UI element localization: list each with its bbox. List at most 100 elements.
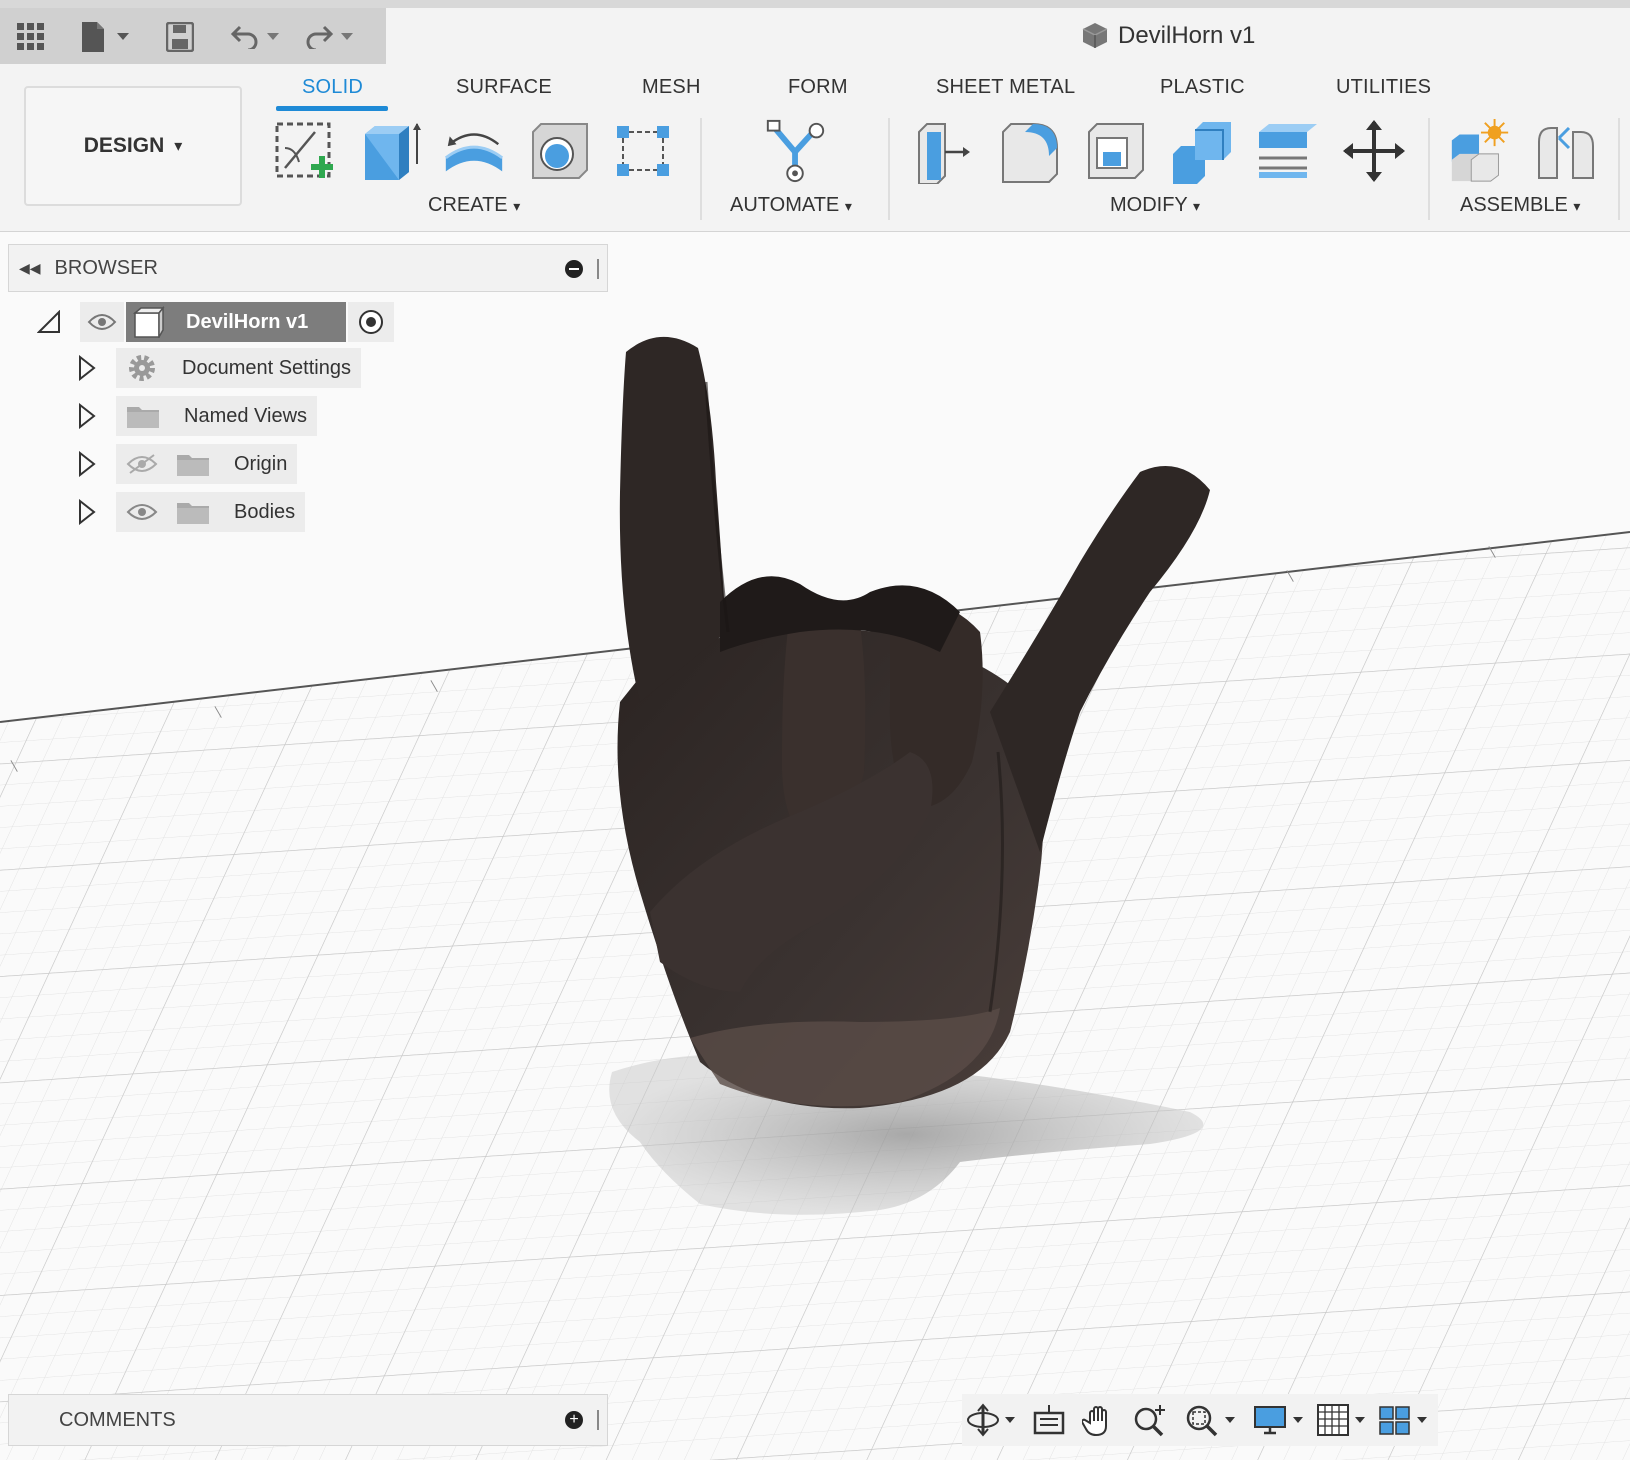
expand-triangle-icon[interactable] bbox=[74, 355, 100, 381]
automate-menu[interactable]: AUTOMATE ▾ bbox=[730, 194, 852, 217]
workspace-switcher[interactable]: DESIGN ▾ bbox=[24, 86, 242, 206]
browser-root-row[interactable]: DevilHorn v1 bbox=[36, 302, 394, 342]
pan-button[interactable] bbox=[1082, 1402, 1116, 1438]
chevron-down-icon: ▾ bbox=[1573, 198, 1581, 214]
folder-icon bbox=[177, 503, 209, 524]
navigation-bar bbox=[962, 1394, 1438, 1446]
tab-surface[interactable]: SURFACE bbox=[456, 76, 552, 99]
browser-item-label: Document Settings bbox=[182, 356, 351, 379]
add-comment-icon[interactable]: + bbox=[565, 1411, 583, 1429]
combine-icon bbox=[1173, 122, 1231, 184]
expand-triangle-icon[interactable] bbox=[74, 499, 100, 525]
extrude-tool[interactable] bbox=[356, 116, 424, 186]
browser-item-bodies[interactable]: Bodies bbox=[74, 492, 306, 532]
modify-menu[interactable]: MODIFY ▾ bbox=[1110, 194, 1200, 217]
create-menu[interactable]: CREATE ▾ bbox=[428, 194, 520, 217]
create-sketch-tool[interactable] bbox=[270, 116, 338, 186]
grid-settings-button[interactable] bbox=[1316, 1402, 1366, 1438]
eye-icon[interactable] bbox=[126, 501, 158, 523]
orbit-button[interactable] bbox=[966, 1402, 1016, 1438]
root-component-label-bg[interactable]: DevilHorn v1 bbox=[126, 302, 346, 342]
apps-grid-icon[interactable] bbox=[16, 22, 46, 52]
eye-hidden-icon[interactable] bbox=[126, 453, 158, 475]
chevron-down-icon bbox=[267, 33, 279, 40]
toolbar-separator bbox=[700, 118, 702, 220]
tab-plastic[interactable]: PLASTIC bbox=[1160, 76, 1245, 99]
zoom-button[interactable] bbox=[1132, 1402, 1168, 1438]
component-icon bbox=[132, 306, 165, 338]
pattern-tool[interactable] bbox=[610, 116, 678, 186]
tab-form[interactable]: FORM bbox=[788, 76, 848, 99]
document-title-text: DevilHorn v1 bbox=[1118, 22, 1256, 49]
grid-icon bbox=[1317, 1404, 1349, 1436]
save-icon[interactable] bbox=[166, 22, 194, 52]
expand-triangle-icon[interactable] bbox=[74, 451, 100, 477]
eye-icon[interactable] bbox=[80, 302, 124, 342]
viewports-button[interactable] bbox=[1378, 1402, 1428, 1438]
tab-sheet-metal[interactable]: SHEET METAL bbox=[936, 76, 1075, 99]
undo-button[interactable] bbox=[230, 22, 280, 52]
display-settings-icon bbox=[1254, 1406, 1286, 1435]
assemble-menu[interactable]: ASSEMBLE ▾ bbox=[1460, 194, 1580, 217]
fillet-tool[interactable] bbox=[996, 116, 1064, 186]
active-tab-indicator bbox=[276, 106, 388, 111]
tab-utilities[interactable]: UTILITIES bbox=[1336, 76, 1431, 99]
collapse-panel-icon[interactable]: ◀◀ bbox=[19, 260, 41, 277]
chevron-down-icon bbox=[341, 33, 353, 40]
chevron-down-icon: ▾ bbox=[844, 198, 852, 214]
combine-tool[interactable] bbox=[1168, 116, 1236, 186]
toolbar-separator bbox=[1618, 118, 1620, 220]
browser-item-named-views[interactable]: Named Views bbox=[74, 396, 318, 436]
zoom-icon bbox=[1134, 1405, 1165, 1437]
shell-icon bbox=[1088, 123, 1144, 179]
browser-item-document-settings[interactable]: Document Settings bbox=[74, 348, 361, 388]
automate-menu-label: AUTOMATE bbox=[730, 194, 840, 216]
joint-tool[interactable] bbox=[1532, 116, 1600, 186]
file-menu-button[interactable] bbox=[80, 22, 130, 52]
joint-icon bbox=[1538, 126, 1594, 179]
toolbar-separator bbox=[1428, 118, 1430, 220]
offset-face-tool[interactable] bbox=[1254, 116, 1322, 186]
fit-button[interactable] bbox=[1184, 1402, 1236, 1438]
new-component-tool[interactable] bbox=[1446, 116, 1514, 186]
browser-title: BROWSER bbox=[54, 256, 158, 279]
look-at-button[interactable] bbox=[1032, 1402, 1066, 1438]
press-pull-tool[interactable] bbox=[910, 116, 978, 186]
panel-resize-handle[interactable] bbox=[597, 1410, 599, 1430]
tab-solid[interactable]: SOLID bbox=[302, 76, 363, 99]
fusion-app-window: DevilHorn v1 DESIGN ▾ SOLID SURFACE MESH… bbox=[0, 0, 1630, 1460]
revolve-tool[interactable] bbox=[440, 116, 508, 186]
shell-tool[interactable] bbox=[1082, 116, 1150, 186]
orbit-icon bbox=[967, 1403, 999, 1437]
assemble-menu-label: ASSEMBLE bbox=[1460, 194, 1568, 216]
revolve-icon bbox=[444, 133, 504, 172]
tab-mesh[interactable]: MESH bbox=[642, 76, 701, 99]
browser-item-label: Origin bbox=[234, 452, 288, 475]
comments-panel-header: COMMENTS + bbox=[8, 1394, 608, 1446]
extrude-icon bbox=[365, 123, 421, 180]
look-at-icon bbox=[1033, 1405, 1065, 1435]
pan-icon bbox=[1082, 1406, 1107, 1437]
panel-resize-handle[interactable] bbox=[597, 259, 599, 279]
expand-triangle-icon[interactable] bbox=[74, 403, 100, 429]
chevron-down-icon: ▾ bbox=[1192, 198, 1201, 214]
hole-tool[interactable] bbox=[526, 116, 594, 186]
automate-tool[interactable] bbox=[762, 116, 830, 186]
redo-button[interactable] bbox=[304, 22, 354, 52]
file-icon bbox=[82, 22, 104, 52]
new-sketch-icon bbox=[275, 122, 333, 178]
minimize-panel-icon[interactable] bbox=[565, 260, 583, 278]
chevron-down-icon bbox=[1355, 1417, 1365, 1423]
move-icon bbox=[1343, 120, 1405, 182]
browser-item-origin[interactable]: Origin bbox=[74, 444, 298, 484]
offset-face-icon bbox=[1259, 124, 1317, 178]
display-settings-button[interactable] bbox=[1252, 1402, 1304, 1438]
comments-title: COMMENTS bbox=[59, 1408, 176, 1431]
expand-triangle-icon[interactable] bbox=[36, 310, 62, 334]
automate-icon bbox=[766, 119, 825, 183]
chevron-down-icon: ▾ bbox=[513, 198, 521, 214]
move-tool[interactable] bbox=[1340, 116, 1408, 186]
pattern-icon bbox=[617, 126, 669, 176]
activate-radio-icon[interactable] bbox=[348, 302, 394, 342]
chevron-down-icon: ▾ bbox=[174, 138, 183, 155]
